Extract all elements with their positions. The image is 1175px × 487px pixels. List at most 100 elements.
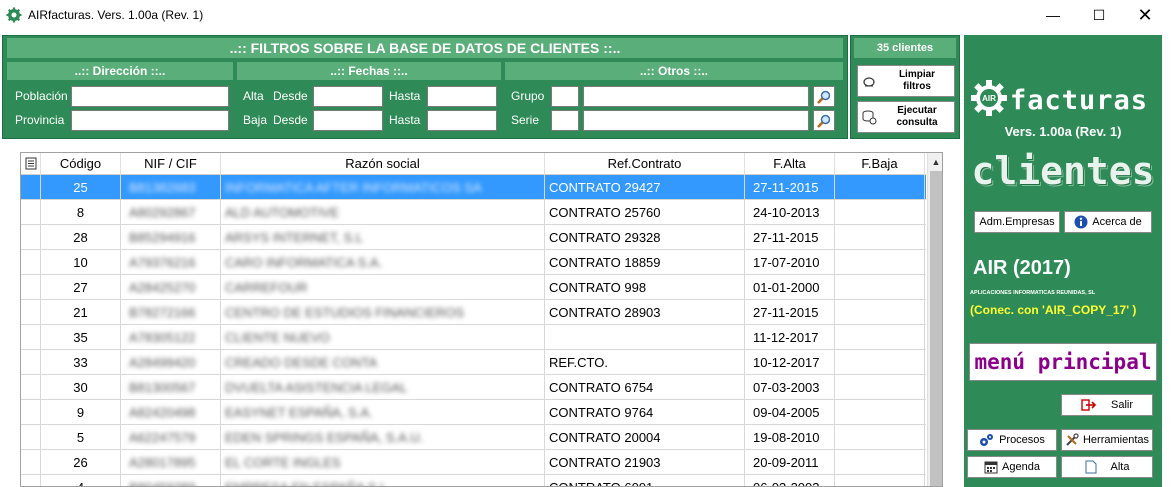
cell-baja[interactable]	[835, 400, 925, 425]
close-button[interactable]: ✕	[1122, 0, 1168, 30]
cell-baja[interactable]	[835, 175, 925, 200]
cell-codigo[interactable]: 5	[41, 425, 121, 450]
cell-razon[interactable]: EL CORTE INGLES	[221, 450, 545, 475]
cell-baja[interactable]	[835, 300, 925, 325]
cell-nif[interactable]: B81300567	[121, 375, 221, 400]
scroll-thumb[interactable]	[930, 171, 942, 486]
cell-ref[interactable]: CONTRATO 998	[545, 275, 745, 300]
cell-codigo[interactable]: 26	[41, 450, 121, 475]
cell-ref[interactable]: CONTRATO 25760	[545, 200, 745, 225]
alta-button[interactable]: Alta	[1061, 456, 1153, 478]
cell-alta[interactable]: 24-10-2013	[745, 200, 835, 225]
cell-alta[interactable]: 27-11-2015	[745, 175, 835, 200]
grid-scrollbar[interactable]: ▲	[927, 153, 942, 486]
cell-ref[interactable]: CONTRATO 18859	[545, 250, 745, 275]
cell-nif[interactable]: B80459289	[121, 475, 221, 486]
cell-baja[interactable]	[835, 275, 925, 300]
cell-ref[interactable]: CONTRATO 28903	[545, 300, 745, 325]
table-row[interactable]: 4 B80459289 EMPRESA EN ESPAÑA S.L. CONTRATO…	[21, 475, 926, 486]
cell-codigo[interactable]: 10	[41, 250, 121, 275]
table-row[interactable]: 28 B85294916 ARSYS INTERNET, S.L CONTRATO 2…	[21, 225, 926, 250]
cell-baja[interactable]	[835, 425, 925, 450]
table-row[interactable]: 35 A78305122 CLIENTE NUEVO 11-12-2017	[21, 325, 926, 350]
cell-razon[interactable]: ARSYS INTERNET, S.L	[221, 225, 545, 250]
cell-razon[interactable]: EASYNET ESPAÑA, S.A.	[221, 400, 545, 425]
alta-desde-input[interactable]	[313, 86, 383, 107]
row-indicator[interactable]	[21, 475, 41, 486]
row-indicator[interactable]	[21, 200, 41, 225]
cell-ref[interactable]: CONTRATO 9764	[545, 400, 745, 425]
cell-ref[interactable]	[545, 325, 745, 350]
row-indicator[interactable]	[21, 175, 41, 200]
cell-codigo[interactable]: 27	[41, 275, 121, 300]
cell-ref[interactable]: CONTRATO 20004	[545, 425, 745, 450]
cell-codigo[interactable]: 28	[41, 225, 121, 250]
cell-codigo[interactable]: 30	[41, 375, 121, 400]
acerca-de-button[interactable]: Acerca de	[1064, 211, 1152, 233]
table-row[interactable]: 21 B78272166 CENTRO DE ESTUDIOS FINANCIERO…	[21, 300, 926, 325]
row-indicator[interactable]	[21, 325, 41, 350]
cell-razon[interactable]: CENTRO DE ESTUDIOS FINANCIEROS	[221, 300, 545, 325]
scroll-up-arrow-icon[interactable]: ▲	[928, 153, 942, 170]
cell-baja[interactable]	[835, 450, 925, 475]
column-header-razon[interactable]: Razón social	[221, 153, 545, 175]
cell-ref[interactable]: CONTRATO 6091	[545, 475, 745, 486]
table-row[interactable]: 8 A80292867 ALD AUTOMOTIVE CONTRATO 25760 24…	[21, 200, 926, 225]
cell-nif[interactable]: A78305122	[121, 325, 221, 350]
cell-codigo[interactable]: 9	[41, 400, 121, 425]
table-row[interactable]: 33 A28499420 CREADO DESDE CONTA REF.CTO. 10-…	[21, 350, 926, 375]
table-row[interactable]: 10 A79376216 CARO INFORMATICA S.A. CONTRATO…	[21, 250, 926, 275]
cell-nif[interactable]: A79376216	[121, 250, 221, 275]
grupo-code-input[interactable]	[551, 86, 579, 107]
main-menu-button[interactable]: menú principal	[969, 343, 1157, 381]
cell-nif[interactable]: A62247579	[121, 425, 221, 450]
minimize-button[interactable]: —	[1030, 0, 1076, 30]
alta-hasta-input[interactable]	[427, 86, 497, 107]
cell-alta[interactable]: 27-11-2015	[745, 225, 835, 250]
cell-alta[interactable]: 19-08-2010	[745, 425, 835, 450]
cell-alta[interactable]: 06-03-2003	[745, 475, 835, 486]
run-query-button[interactable]: Ejecutar consulta	[857, 101, 955, 133]
cell-codigo[interactable]: 35	[41, 325, 121, 350]
cell-ref[interactable]: CONTRATO 6754	[545, 375, 745, 400]
cell-nif[interactable]: B78272166	[121, 300, 221, 325]
cell-alta[interactable]: 27-11-2015	[745, 300, 835, 325]
maximize-button[interactable]: ☐	[1076, 0, 1122, 30]
column-header-nif[interactable]: NIF / CIF	[121, 153, 221, 175]
serie-name-input[interactable]	[583, 110, 809, 131]
grupo-search-button[interactable]	[813, 86, 835, 107]
cell-baja[interactable]	[835, 475, 925, 486]
provincia-input[interactable]	[71, 110, 229, 131]
column-header-alta[interactable]: F.Alta	[745, 153, 835, 175]
cell-alta[interactable]: 20-09-2011	[745, 450, 835, 475]
clear-filters-button[interactable]: Limpiar filtros	[857, 65, 955, 97]
cell-alta[interactable]: 11-12-2017	[745, 325, 835, 350]
cell-razon[interactable]: EDEN SPRINGS ESPAÑA, S.A.U.	[221, 425, 545, 450]
row-indicator-header[interactable]	[21, 153, 41, 175]
table-row[interactable]: 9 A82420498 EASYNET ESPAÑA, S.A. CONTRATO 9…	[21, 400, 926, 425]
cell-nif[interactable]: A28425270	[121, 275, 221, 300]
cell-razon[interactable]: CARO INFORMATICA S.A.	[221, 250, 545, 275]
row-indicator[interactable]	[21, 425, 41, 450]
row-indicator[interactable]	[21, 225, 41, 250]
cell-alta[interactable]: 10-12-2017	[745, 350, 835, 375]
cell-codigo[interactable]: 8	[41, 200, 121, 225]
cell-razon[interactable]: CREADO DESDE CONTA	[221, 350, 545, 375]
cell-razon[interactable]: INFORMATICA AFTER INFORMATICOS SA	[221, 175, 545, 200]
salir-button[interactable]: Salir	[1061, 394, 1153, 416]
adm-empresas-button[interactable]: Adm.Empresas	[974, 211, 1060, 233]
serie-search-button[interactable]	[813, 110, 835, 131]
cell-ref[interactable]: CONTRATO 21903	[545, 450, 745, 475]
row-indicator[interactable]	[21, 275, 41, 300]
cell-razon[interactable]: CLIENTE NUEVO	[221, 325, 545, 350]
cell-nif[interactable]: A80292867	[121, 200, 221, 225]
cell-razon[interactable]: DVUELTA ASISTENCIA LEGAL	[221, 375, 545, 400]
row-indicator[interactable]	[21, 250, 41, 275]
row-indicator[interactable]	[21, 450, 41, 475]
herramientas-button[interactable]: Herramientas	[1061, 429, 1153, 451]
table-row[interactable]: 30 B81300567 DVUELTA ASISTENCIA LEGAL CONTR…	[21, 375, 926, 400]
cell-nif[interactable]: B81382683	[121, 175, 221, 200]
table-row[interactable]: 27 A28425270 CARREFOUR CONTRATO 998 01-01-20…	[21, 275, 926, 300]
serie-code-input[interactable]	[551, 110, 579, 131]
table-row[interactable]: 26 A28017895 EL CORTE INGLES CONTRATO 21903…	[21, 450, 926, 475]
